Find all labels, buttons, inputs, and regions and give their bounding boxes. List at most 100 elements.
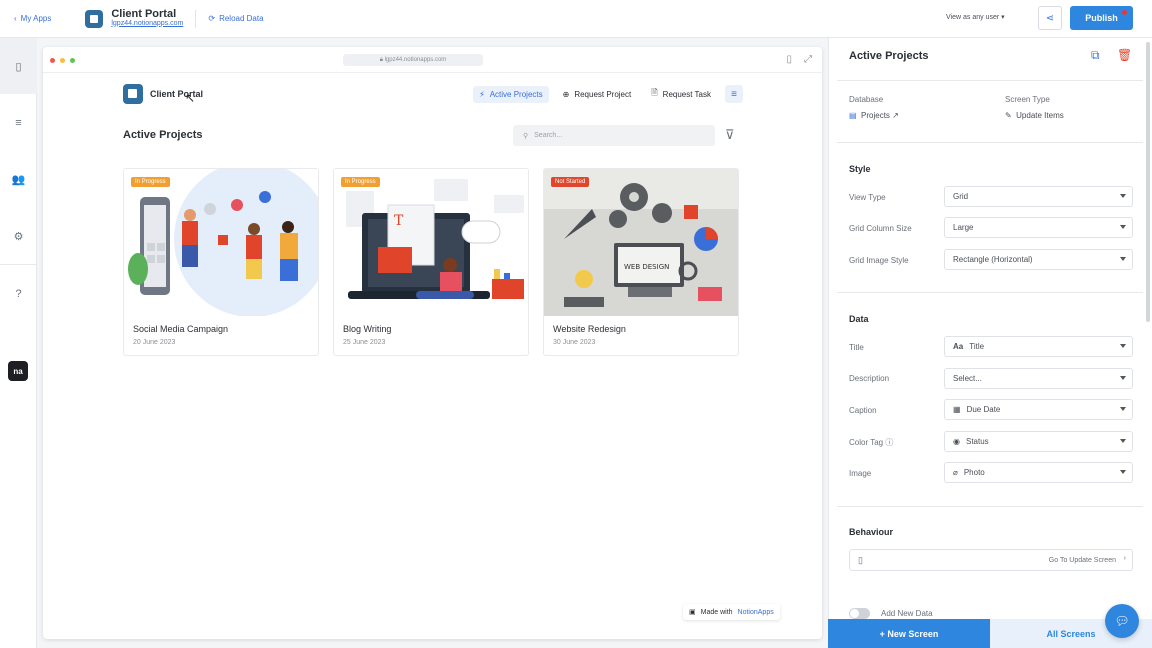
- mobile-icon[interactable]: ▯: [786, 54, 792, 65]
- card-date: 30 June 2023: [553, 339, 596, 346]
- data-nav-button[interactable]: ≡: [0, 95, 37, 151]
- project-card[interactable]: In Progress Social Media Campaign 20 Jun…: [123, 168, 319, 356]
- chat-support-icon[interactable]: 💬︎: [1105, 604, 1139, 638]
- help-icon[interactable]: ⓘ: [885, 438, 893, 447]
- text-type-icon: Aa: [953, 342, 964, 351]
- help-nav-button[interactable]: ?: [0, 266, 37, 322]
- color-tag-label: Color Tag ⓘ: [849, 438, 894, 447]
- phone-icon: ▯: [15, 60, 22, 73]
- card-image: T In Progress: [334, 169, 528, 316]
- hamburger-menu-icon[interactable]: ≡: [725, 85, 743, 103]
- portal-navbar: Client Portal ⚡︎ Active Projects ⊕ Request…: [123, 83, 743, 105]
- app-title-block: Client Portal lgpz44.notionapps.com: [111, 7, 183, 29]
- panel-title: Active Projects: [849, 50, 929, 62]
- device-toggle: 🖥︎ ▯ ⤢: [786, 54, 1091, 75]
- project-card[interactable]: WEB DESIGN Not Started Website Redesign …: [543, 168, 739, 356]
- properties-panel: Active Projects ⧉ 🗑︎ Database ▤ Projects…: [828, 38, 1152, 648]
- duplicate-icon[interactable]: ⧉: [1091, 48, 1100, 63]
- status-badge: In Progress: [341, 177, 380, 187]
- divider: [837, 506, 1143, 507]
- app-logo: [85, 9, 104, 28]
- search-input[interactable]: ⚲ Search...: [513, 125, 715, 146]
- add-new-data-toggle[interactable]: [849, 608, 870, 619]
- new-screen-button[interactable]: + New Screen: [828, 619, 990, 648]
- image-field-select[interactable]: ⌀ Photo: [944, 462, 1133, 483]
- card-title: Website Redesign: [553, 324, 626, 334]
- behaviour-action-button[interactable]: ▯ Go To Update Screen ›: [849, 549, 1133, 571]
- title-field-label: Title: [849, 343, 864, 352]
- publish-button[interactable]: Publish: [1070, 6, 1133, 30]
- window-controls: [50, 58, 75, 63]
- users-icon: 👥: [11, 173, 26, 186]
- chevron-down-icon: [1120, 470, 1126, 474]
- chevron-right-icon: ›: [1123, 555, 1126, 562]
- chevron-down-icon: [1120, 344, 1126, 348]
- chevron-down-icon: [1120, 376, 1126, 380]
- chevron-down-icon: [1120, 439, 1126, 443]
- screens-nav-button[interactable]: ▯: [0, 38, 37, 94]
- share-icon: ⋖: [1045, 12, 1055, 24]
- gear-icon: ⚙: [13, 230, 24, 243]
- chevron-down-icon: [1120, 194, 1126, 198]
- back-to-apps-link[interactable]: ‹ My Apps: [14, 14, 51, 23]
- app-url-link[interactable]: lgpz44.notionapps.com: [111, 19, 183, 29]
- table-icon: ▤: [849, 111, 857, 120]
- made-with-badge[interactable]: ▣ Made with NotionApps: [683, 604, 780, 620]
- database-link[interactable]: ▤ Projects ↗: [849, 111, 899, 120]
- nav-request-project[interactable]: ⊕ Request Project: [557, 86, 638, 103]
- description-field-select[interactable]: Select...: [944, 368, 1133, 389]
- chevron-down-icon: [1120, 225, 1126, 229]
- nav-request-task[interactable]: 🗎 Request Task: [645, 83, 717, 105]
- view-as-dropdown[interactable]: View as any user ▾: [946, 13, 1005, 21]
- share-button[interactable]: ⋖: [1038, 6, 1062, 30]
- svg-text:WEB DESIGN: WEB DESIGN: [624, 263, 669, 271]
- refresh-icon: ⟳: [208, 14, 216, 23]
- screen-type-label: Screen Type: [1005, 95, 1050, 104]
- style-section-title: Style: [849, 164, 871, 174]
- nav-active-projects[interactable]: ⚡︎ Active Projects: [473, 85, 549, 103]
- url-bar: 🔒︎ lgpz44.notionapps.com: [343, 54, 483, 66]
- add-new-data-label: Add New Data: [881, 609, 933, 618]
- mouse-cursor-icon: ↖: [185, 91, 196, 105]
- notionapps-logo: na: [8, 361, 28, 381]
- database-label: Database: [849, 95, 884, 104]
- phone-icon: ▯: [858, 555, 863, 565]
- trash-icon[interactable]: 🗑︎: [1117, 48, 1132, 62]
- caption-field-select[interactable]: ▦ Due Date: [944, 399, 1133, 420]
- calendar-icon: ▦: [953, 405, 961, 414]
- project-card[interactable]: T In Progress Blog Writing 25 June 2023: [333, 168, 529, 356]
- reload-data-button[interactable]: ⟳ Reload Data: [208, 14, 263, 23]
- panel-scrollbar[interactable]: [1146, 42, 1150, 322]
- card-image: In Progress: [124, 169, 318, 316]
- divider: [837, 142, 1143, 143]
- chevron-down-icon: [1120, 257, 1126, 261]
- grid-column-size-select[interactable]: Large: [944, 217, 1133, 238]
- color-tag-select[interactable]: ◉ Status: [944, 431, 1133, 452]
- card-title: Social Media Campaign: [133, 324, 229, 334]
- behaviour-section-title: Behaviour: [849, 527, 894, 537]
- search-icon: ⚲: [523, 132, 529, 140]
- expand-icon[interactable]: ⤢: [804, 54, 812, 65]
- divider: [837, 80, 1143, 81]
- users-nav-button[interactable]: 👥: [0, 151, 37, 207]
- svg-text:T: T: [394, 213, 404, 229]
- settings-nav-button[interactable]: ⚙: [0, 208, 37, 264]
- bolt-icon: ⚡︎: [479, 89, 485, 99]
- data-section-title: Data: [849, 314, 869, 324]
- portal-logo: [123, 84, 143, 104]
- divider: [195, 9, 197, 28]
- divider: [0, 264, 37, 265]
- app-title: Client Portal: [111, 7, 177, 20]
- caption-field-label: Caption: [849, 406, 877, 415]
- grid-image-style-select[interactable]: Rectangle (Horizontal): [944, 249, 1133, 270]
- list-icon: ≡: [15, 117, 22, 129]
- view-type-select[interactable]: Grid: [944, 186, 1133, 207]
- title-field-select[interactable]: Aa Title: [944, 336, 1133, 357]
- portal-title: Client Portal: [150, 89, 204, 99]
- screen-type-value: ✎ Update Items: [1005, 111, 1064, 120]
- grid-image-style-label: Grid Image Style: [849, 256, 909, 265]
- left-sidebar: ▯ ≡ 👥 ⚙ ? na: [0, 38, 37, 648]
- chevron-left-icon: ‹: [14, 14, 17, 23]
- filter-icon[interactable]: ⊽: [725, 127, 735, 143]
- status-badge: Not Started: [551, 177, 590, 187]
